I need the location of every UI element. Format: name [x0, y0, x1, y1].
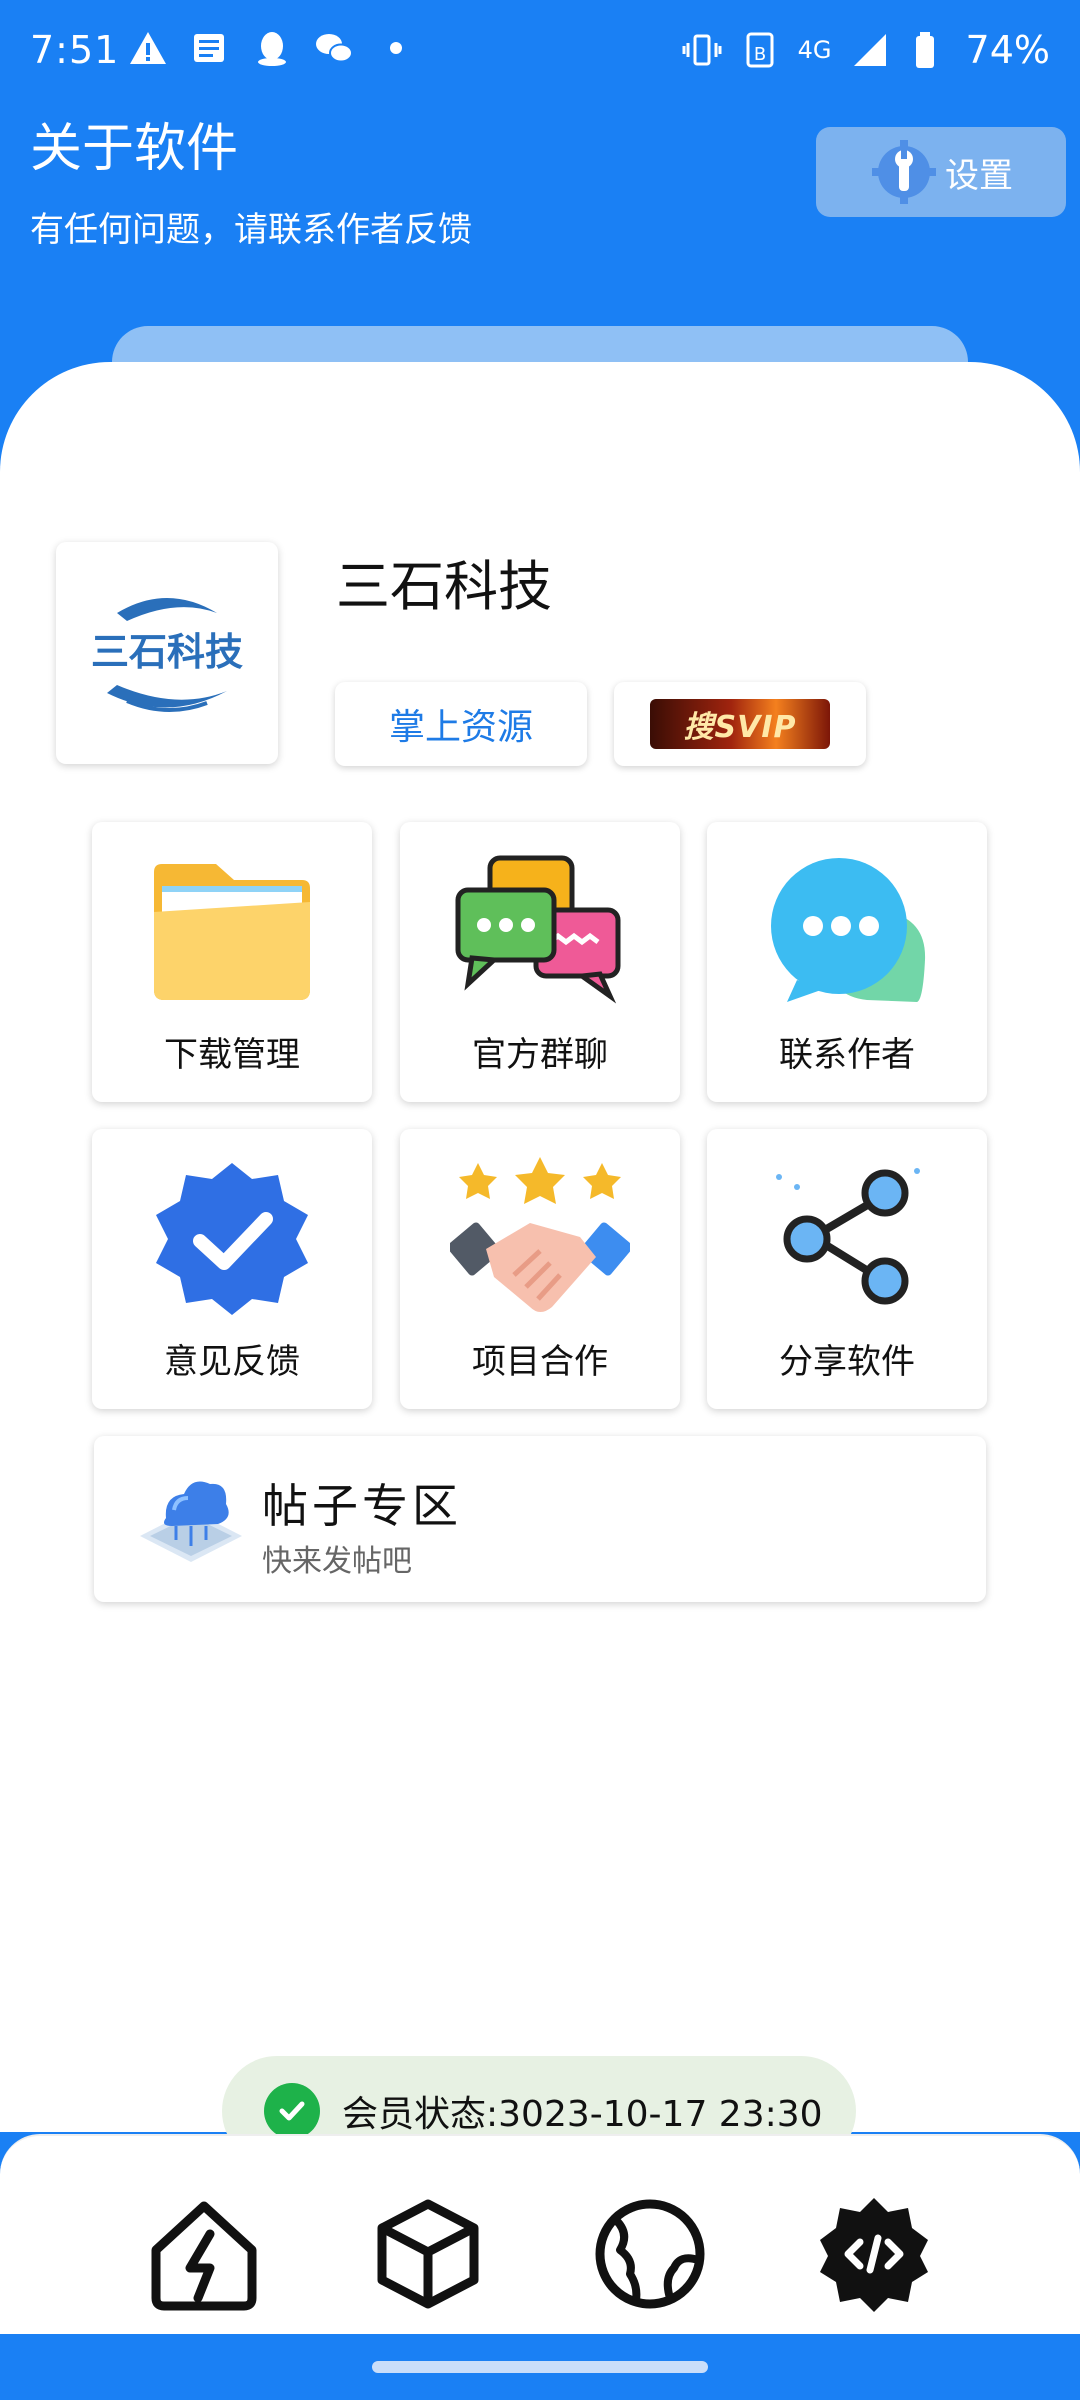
wechat-icon: [316, 34, 353, 63]
svg-text:三石科技: 三石科技: [91, 630, 243, 674]
network-type: 4G: [797, 36, 832, 64]
page-subtitle: 有任何问题，请联系作者反馈: [30, 210, 472, 250]
posts-section-card[interactable]: 帖子专区 快来发帖吧: [94, 1436, 986, 1602]
handshake-icon: [450, 1157, 630, 1312]
status-time: 7:51: [30, 28, 120, 72]
home-indicator[interactable]: [372, 2361, 708, 2373]
check-circle-icon: [264, 2083, 320, 2139]
tile-cooperation[interactable]: 项目合作: [400, 1129, 680, 1409]
company-name: 三石科技: [336, 555, 552, 618]
tile-label: 意见反馈: [164, 1342, 300, 1382]
dot-icon: [390, 42, 402, 54]
tile-label: 官方群聊: [472, 1035, 608, 1075]
tile-label: 联系作者: [779, 1035, 915, 1075]
vibrate-icon: [682, 34, 722, 66]
signal-icon: [853, 34, 886, 66]
settings-label: 设置: [945, 155, 1013, 196]
news-icon: [194, 34, 224, 62]
status-bar: 7:51 B 4G 74%: [0, 0, 1080, 100]
posts-title: 帖子专区: [262, 1479, 462, 1533]
tile-download-manager[interactable]: 下载管理: [92, 822, 372, 1102]
battery-icon: [915, 32, 934, 68]
svip-button[interactable]: 搜SVIP: [614, 682, 866, 766]
folder-icon: [154, 864, 310, 1000]
code-gear-icon[interactable]: [814, 2194, 934, 2314]
message-icon: [771, 858, 926, 1002]
cloud-server-icon: [140, 1481, 242, 1562]
verified-badge-icon: [156, 1163, 308, 1315]
tile-contact-author[interactable]: 联系作者: [707, 822, 987, 1102]
qq-icon: [258, 32, 286, 66]
chat-bubbles-icon: [455, 855, 621, 1004]
settings-button[interactable]: 设置: [816, 127, 1066, 217]
wrench-gear-icon: [872, 140, 936, 204]
home-bolt-icon[interactable]: [144, 2194, 264, 2314]
bottom-nav: [0, 2134, 1080, 2334]
tile-official-group[interactable]: 官方群聊: [400, 822, 680, 1102]
page-title: 关于软件: [30, 119, 239, 179]
cube-icon[interactable]: [368, 2194, 488, 2314]
sim-icon: B: [746, 32, 774, 68]
company-logo-icon: 三石科技: [91, 598, 243, 712]
tile-share-app[interactable]: 分享软件: [707, 1129, 987, 1409]
battery-level: 74%: [965, 28, 1050, 72]
globe-icon[interactable]: [590, 2194, 710, 2314]
resource-button[interactable]: 掌上资源: [335, 682, 587, 766]
membership-status-text: 会员状态:3023-10-17 23:30: [342, 2094, 823, 2135]
svip-badge: 搜SVIP: [650, 699, 830, 749]
posts-subtitle: 快来发帖吧: [262, 1544, 412, 1579]
tile-label: 下载管理: [164, 1035, 300, 1075]
svg-text:B: B: [753, 44, 765, 65]
tile-label: 项目合作: [472, 1342, 608, 1382]
company-logo: 三石科技: [56, 542, 278, 764]
tile-feedback[interactable]: 意见反馈: [92, 1129, 372, 1409]
share-icon: [776, 1168, 920, 1305]
warning-icon: [130, 32, 166, 64]
tile-label: 分享软件: [779, 1342, 915, 1382]
